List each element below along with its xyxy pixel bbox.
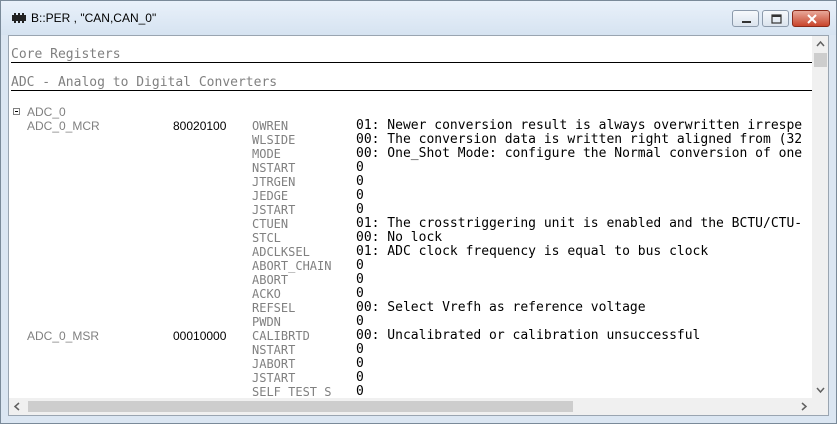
field-value[interactable]: 0 xyxy=(356,371,364,385)
field-value[interactable]: 0 xyxy=(356,287,364,301)
field-name: CTUEN xyxy=(252,217,289,231)
register-content: Core Registers ADC - Analog to Digital C… xyxy=(9,36,812,398)
group-label: ADC_0 xyxy=(27,105,66,119)
section-divider xyxy=(11,90,812,91)
field-name: ABORT xyxy=(252,273,289,287)
field-name: JSTART xyxy=(252,371,296,385)
section-adc[interactable]: ADC - Analog to Digital Converters xyxy=(11,76,277,90)
scroll-corner xyxy=(812,398,828,415)
vertical-scroll-thumb[interactable] xyxy=(814,53,827,67)
field-value[interactable]: 01: The crosstriggering unit is enabled … xyxy=(356,217,802,231)
minus-box-icon[interactable] xyxy=(13,108,20,115)
field-name: MODE xyxy=(252,147,281,161)
field-value[interactable]: 0 xyxy=(356,385,364,399)
minimize-button[interactable] xyxy=(732,10,759,27)
field-value[interactable]: 01: Newer conversion result is always ov… xyxy=(356,119,802,133)
field-value[interactable]: 0 xyxy=(356,203,364,217)
register-name[interactable]: ADC_0_MSR xyxy=(27,329,99,343)
field-value[interactable]: 0 xyxy=(356,343,364,357)
field-value[interactable]: 0 xyxy=(356,315,364,329)
horizontal-scrollbar[interactable] xyxy=(9,398,812,415)
field-name: PWDN xyxy=(252,315,281,329)
close-icon xyxy=(807,14,817,24)
field-name: SELF_TEST_S xyxy=(252,385,332,398)
scroll-down-arrow-icon[interactable] xyxy=(812,381,829,398)
field-name: REFSEL xyxy=(252,301,296,315)
field-value[interactable]: 00: No lock xyxy=(356,231,442,245)
field-value[interactable]: 0 xyxy=(356,273,364,287)
vertical-scrollbar[interactable] xyxy=(812,36,829,398)
per-window: B::PER , "CAN,CAN_0" Core Registers ADC … xyxy=(0,0,837,424)
maximize-icon xyxy=(771,14,782,24)
field-value[interactable]: 01: ADC clock frequency is equal to bus … xyxy=(356,245,708,259)
close-button[interactable] xyxy=(792,10,830,27)
field-name: NSTART xyxy=(252,343,296,357)
section-core-registers[interactable]: Core Registers xyxy=(11,48,121,62)
section-divider xyxy=(11,62,812,63)
minimize-icon xyxy=(742,21,751,23)
field-name: OWREN xyxy=(252,119,289,133)
register-view: Core Registers ADC - Analog to Digital C… xyxy=(8,35,829,416)
window-title: B::PER , "CAN,CAN_0" xyxy=(31,11,157,25)
register-value[interactable]: 00010000 xyxy=(173,329,226,343)
per-window-icon xyxy=(12,13,26,23)
field-value[interactable]: 0 xyxy=(356,189,364,203)
register-value[interactable]: 80020100 xyxy=(173,119,226,133)
field-name: JEDGE xyxy=(252,189,289,203)
scroll-right-arrow-icon[interactable] xyxy=(795,398,812,415)
field-value[interactable]: 0 xyxy=(356,161,364,175)
field-name: JABORT xyxy=(252,357,296,371)
field-value[interactable]: 0 xyxy=(356,357,364,371)
field-value[interactable]: 00: Uncalibrated or calibration unsucces… xyxy=(356,329,700,343)
field-name: ADCLKSEL xyxy=(252,245,310,259)
field-name: JSTART xyxy=(252,203,296,217)
field-name: NSTART xyxy=(252,161,296,175)
maximize-button[interactable] xyxy=(762,10,789,27)
register-name[interactable]: ADC_0_MCR xyxy=(27,119,100,133)
field-name: ABORT_CHAIN xyxy=(252,259,332,273)
scroll-left-arrow-icon[interactable] xyxy=(9,398,26,415)
field-name: JTRGEN xyxy=(252,175,296,189)
field-name: WLSIDE xyxy=(252,133,296,147)
horizontal-scroll-thumb[interactable] xyxy=(28,401,573,412)
field-value[interactable]: 0 xyxy=(356,175,364,189)
field-name: STCL xyxy=(252,231,281,245)
title-bar[interactable]: B::PER , "CAN,CAN_0" xyxy=(1,1,836,35)
field-name: CALIBRTD xyxy=(252,329,310,343)
field-value[interactable]: 0 xyxy=(356,259,364,273)
scroll-up-arrow-icon[interactable] xyxy=(812,36,829,53)
field-value[interactable]: 00: One_Shot Mode: configure the Normal … xyxy=(356,147,802,161)
field-value[interactable]: 00: Select Vrefh as reference voltage xyxy=(356,301,646,315)
field-name: ACKO xyxy=(252,287,281,301)
field-value[interactable]: 00: The conversion data is written right… xyxy=(356,133,802,147)
